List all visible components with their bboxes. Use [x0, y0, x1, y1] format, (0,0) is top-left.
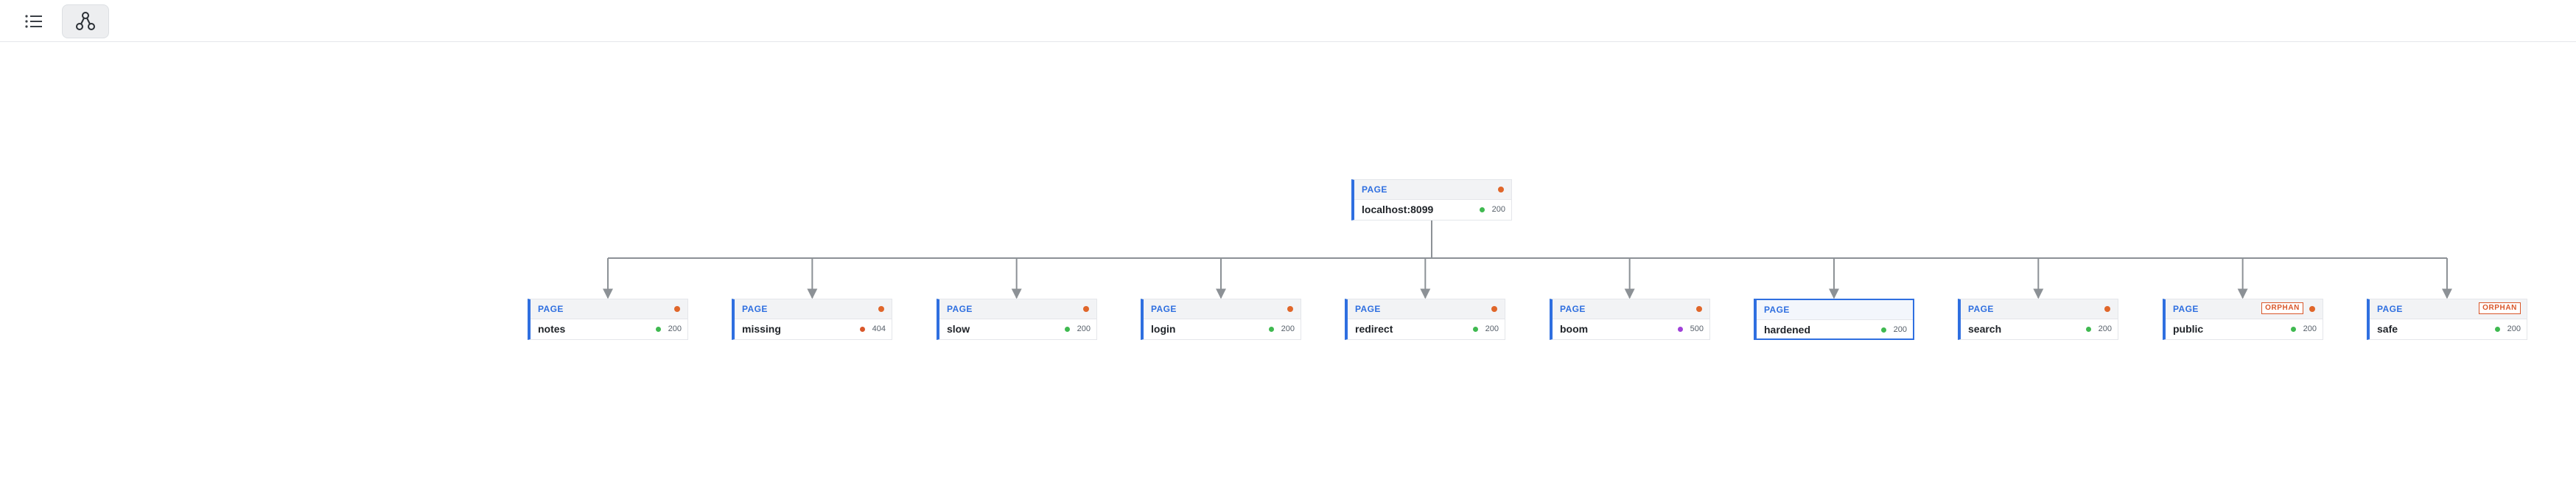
node-safe[interactable]: PAGE ORPHAN safe 200 [2367, 299, 2527, 340]
status-code: 200 [1893, 325, 1907, 334]
node-indicator-dot [2309, 306, 2315, 312]
node-header: PAGE [939, 299, 1096, 319]
node-missing[interactable]: PAGE missing 404 [732, 299, 892, 340]
node-slow[interactable]: PAGE slow 200 [937, 299, 1097, 340]
orphan-badge: ORPHAN [2261, 302, 2303, 314]
node-type-label: PAGE [1560, 304, 1586, 314]
node-label: safe [2377, 323, 2398, 335]
node-indicator-dot [1491, 306, 1497, 312]
status-dot [1065, 327, 1070, 332]
node-indicator-dot [674, 306, 680, 312]
node-type-label: PAGE [1968, 304, 1994, 314]
node-type-label: PAGE [742, 304, 768, 314]
status-code: 200 [1281, 324, 1295, 333]
node-type-label: PAGE [2377, 304, 2403, 314]
node-label: boom [1560, 323, 1589, 335]
node-header: PAGE [735, 299, 892, 319]
node-label: missing [742, 323, 781, 335]
orphan-badge: ORPHAN [2479, 302, 2521, 314]
node-boom[interactable]: PAGE boom 500 [1550, 299, 1710, 340]
node-indicator-dot [1083, 306, 1089, 312]
node-notes[interactable]: PAGE notes 200 [528, 299, 688, 340]
node-type-label: PAGE [1362, 184, 1387, 195]
status-code: 200 [1485, 324, 1499, 333]
status-code: 200 [1491, 205, 1505, 214]
node-header: PAGE [1961, 299, 2118, 319]
status-dot [860, 327, 865, 332]
node-search[interactable]: PAGE search 200 [1958, 299, 2118, 340]
node-label: slow [947, 323, 970, 335]
node-header: PAGE [1553, 299, 1709, 319]
node-label: login [1151, 323, 1176, 335]
graph-edges [603, 221, 2452, 299]
node-type-label: PAGE [2173, 304, 2199, 314]
node-label: notes [538, 323, 566, 335]
node-indicator-dot [878, 306, 884, 312]
node-header: PAGE [1354, 180, 1511, 200]
node-type-label: PAGE [947, 304, 973, 314]
node-label: redirect [1355, 323, 1393, 335]
status-dot [2291, 327, 2296, 332]
node-header: PAGE [1348, 299, 1505, 319]
status-dot [1473, 327, 1478, 332]
node-header: PAGE [1144, 299, 1301, 319]
status-dot [2086, 327, 2091, 332]
node-type-label: PAGE [1151, 304, 1177, 314]
status-dot [1480, 207, 1485, 212]
node-header: PAGE [1757, 300, 1913, 320]
status-code: 200 [668, 324, 682, 333]
node-header: PAGE [531, 299, 687, 319]
node-label: search [1968, 323, 2002, 335]
node-indicator-dot [1287, 306, 1293, 312]
status-code: 404 [872, 324, 886, 333]
node-hardened[interactable]: PAGE hardened 200 [1754, 299, 1914, 340]
status-dot [2495, 327, 2500, 332]
node-redirect[interactable]: PAGE redirect 200 [1345, 299, 1505, 340]
node-label: public [2173, 323, 2204, 335]
node-type-label: PAGE [538, 304, 564, 314]
node-type-label: PAGE [1764, 305, 1790, 315]
node-header: PAGE ORPHAN [2166, 299, 2323, 319]
root-node[interactable]: PAGE localhost:8099 200 [1351, 179, 1512, 221]
status-code: 200 [2507, 324, 2521, 333]
status-dot [1678, 327, 1683, 332]
status-dot [1881, 327, 1886, 333]
node-indicator-dot [2104, 306, 2110, 312]
status-code: 200 [1077, 324, 1091, 333]
node-label: hardened [1764, 324, 1811, 336]
node-indicator-dot [1498, 187, 1504, 192]
node-login[interactable]: PAGE login 200 [1141, 299, 1301, 340]
node-public[interactable]: PAGE ORPHAN public 200 [2163, 299, 2323, 340]
node-type-label: PAGE [1355, 304, 1381, 314]
node-header: PAGE ORPHAN [2370, 299, 2527, 319]
status-code: 200 [2303, 324, 2317, 333]
status-code: 500 [1690, 324, 1704, 333]
status-dot [1269, 327, 1274, 332]
status-dot [656, 327, 661, 332]
status-code: 200 [2098, 324, 2112, 333]
node-label: localhost:8099 [1362, 204, 1434, 215]
node-indicator-dot [1696, 306, 1702, 312]
